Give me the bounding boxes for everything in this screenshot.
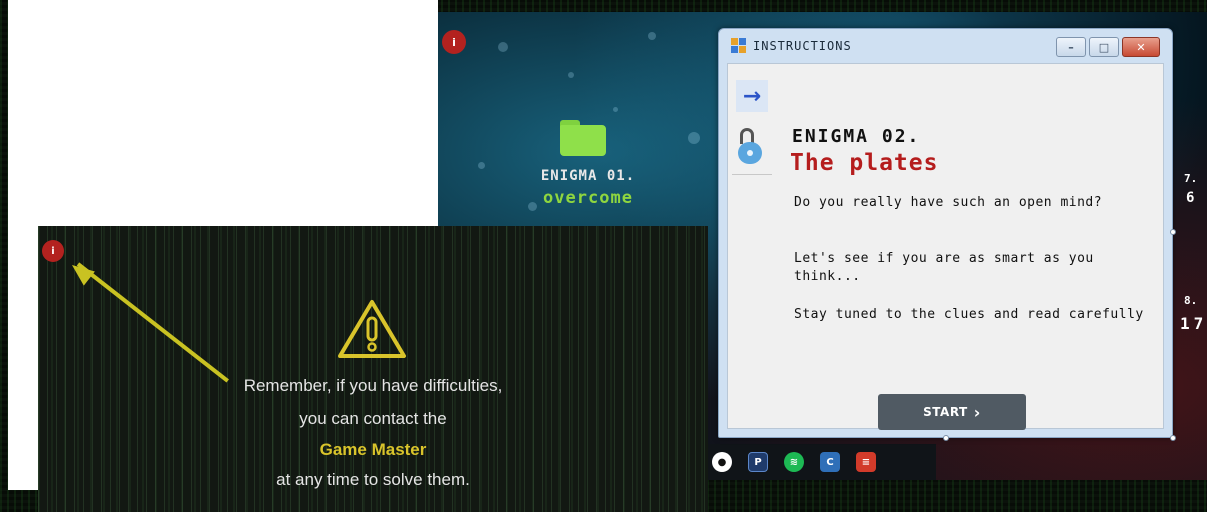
pointer-arrow-icon: [76, 262, 229, 383]
maximize-button[interactable]: □: [1089, 37, 1119, 57]
resize-handle[interactable]: [1170, 435, 1176, 441]
app-icon: [731, 38, 747, 54]
side-digit: 6: [1186, 190, 1195, 206]
dialog-content: → ENIGMA 02. The plates Do you really ha…: [727, 63, 1164, 430]
pinned-icon[interactable]: P: [748, 452, 768, 472]
game-master-link: Game Master: [319, 440, 427, 459]
app-icon[interactable]: ●: [712, 452, 732, 472]
warning-icon: [338, 300, 406, 358]
message-line: you can contact the: [299, 409, 447, 428]
side-digit: 8.: [1184, 294, 1198, 307]
instruction-paragraph: Let's see if you are as smart as you thi…: [794, 251, 1094, 284]
start-button[interactable]: START ›: [878, 394, 1026, 430]
unlocked-padlock-icon: [738, 128, 766, 166]
chevron-right-icon: ›: [973, 402, 981, 422]
game-master-popup: i Remember, if you have difficulties, yo…: [38, 226, 708, 512]
nav-column: →: [736, 74, 772, 166]
arrow-head-icon: [66, 257, 95, 286]
side-digit: 7.: [1184, 172, 1198, 185]
store-icon[interactable]: C: [820, 452, 840, 472]
instruction-paragraph: Do you really have such an open mind?: [794, 195, 1103, 210]
info-badge[interactable]: i: [442, 30, 466, 54]
taskbar: ● P ≋ C ≡: [706, 444, 936, 480]
close-button[interactable]: ✕: [1122, 37, 1160, 57]
side-digit: 17: [1180, 314, 1207, 333]
arrow-right-icon[interactable]: →: [736, 80, 768, 112]
folder-icon[interactable]: [560, 120, 606, 156]
info-badge[interactable]: i: [42, 240, 64, 262]
instruction-paragraph: Stay tuned to the clues and read careful…: [794, 307, 1144, 322]
enigma-number: ENIGMA 02.: [792, 126, 921, 147]
divider: [732, 174, 772, 175]
instructions-dialog: INSTRUCTIONS – □ ✕ → ENIGMA 02. The plat…: [718, 28, 1176, 441]
enigma-name: The plates: [790, 150, 939, 176]
enigma1-label: ENIGMA 01.: [540, 168, 636, 184]
minimize-button[interactable]: –: [1056, 37, 1086, 57]
spotify-icon[interactable]: ≋: [784, 452, 804, 472]
start-label: START: [923, 405, 968, 419]
message-line: at any time to solve them.: [276, 470, 470, 489]
enigma1-status: overcome: [543, 188, 633, 208]
message-line: Remember, if you have difficulties,: [243, 376, 503, 395]
resize-handle[interactable]: [1170, 229, 1176, 235]
red-app-icon[interactable]: ≡: [856, 452, 876, 472]
dialog-title: INSTRUCTIONS: [753, 39, 852, 53]
resize-handle[interactable]: [943, 435, 949, 441]
